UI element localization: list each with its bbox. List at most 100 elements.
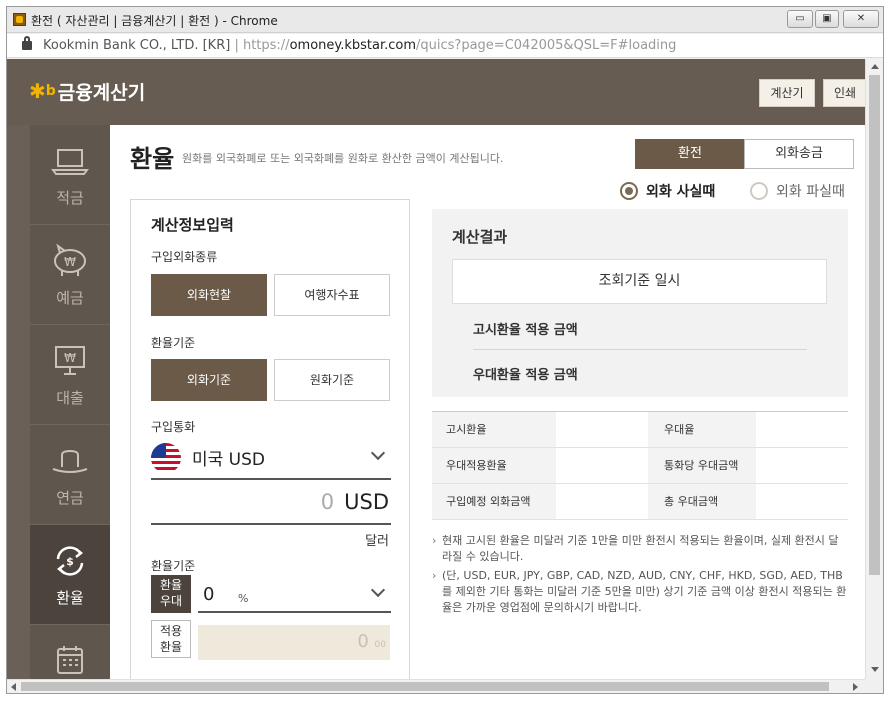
table-row: 고시환율 우대율: [432, 412, 848, 448]
table-row: 구입예정 외화금액 총 우대금액: [432, 484, 848, 520]
travelers-check-button[interactable]: 여행자수표: [274, 274, 390, 316]
table-cell-value: [556, 448, 648, 483]
nav-item-pension[interactable]: 연금: [30, 425, 110, 525]
cash-button[interactable]: 외화현찰: [151, 274, 267, 316]
pref-rate-underline: [198, 611, 391, 613]
radio-label: 외화 사실때: [646, 184, 716, 200]
svg-text:₩: ₩: [64, 351, 76, 365]
horizontal-scroll-thumb[interactable]: [21, 682, 829, 691]
result-divider: [473, 349, 807, 350]
result-heading: 계산결과: [452, 228, 508, 246]
vertical-scroll-thumb[interactable]: [869, 75, 880, 575]
table-cell-label: 구입예정 외화금액: [432, 484, 556, 519]
won-basis-button[interactable]: 원화기준: [274, 359, 390, 401]
amount-unit: USD: [344, 490, 389, 514]
app-header: ✱ b 금융계산기 계산기 인쇄: [7, 59, 865, 125]
nav-item-loan[interactable]: ₩ 대출: [30, 325, 110, 425]
notice-list: 현재 고시된 환율은 미달러 기준 1만을 미만 환전시 적용되는 환율이며, …: [432, 533, 848, 619]
logo-kb: b: [45, 83, 56, 99]
exchange-icon: $: [56, 546, 84, 576]
scroll-up-icon[interactable]: [871, 64, 879, 69]
tab-exchange[interactable]: 환전: [635, 139, 745, 169]
maximize-button[interactable]: ▣: [815, 10, 839, 28]
left-rail: [7, 125, 30, 679]
notice-rate-amount: 고시환율 적용 금액: [473, 323, 578, 338]
purchase-type-label: 구입외화종류: [151, 250, 218, 264]
table-cell-label: 고시환율: [432, 412, 556, 447]
amount-word: 달러: [365, 534, 389, 549]
applied-rate-button[interactable]: 적용 환율: [151, 620, 191, 658]
rate-detail-table: 고시환율 우대율 우대적용환율 통화당 우대금액 구입예정 외화금액 총 우대금…: [432, 411, 848, 520]
notice-item: 현재 고시된 환율은 미달러 기준 1만을 미만 환전시 적용되는 환율이며, …: [432, 533, 848, 565]
logo-title: 금융계산기: [57, 81, 146, 104]
table-cell-value: [556, 484, 648, 519]
applied-rate-value: 0 00: [357, 631, 386, 652]
pref-rate-button[interactable]: 환율 우대: [151, 575, 191, 613]
svg-text:₩: ₩: [64, 255, 76, 269]
table-cell-value: [756, 448, 848, 483]
scroll-right-icon[interactable]: [853, 683, 858, 691]
piggy-bank-icon: ₩: [54, 243, 86, 276]
nav-item-savings[interactable]: 적금: [30, 125, 110, 225]
site-identity: Kookmin Bank CO., LTD. [KR]: [43, 38, 231, 53]
applied-rate-line2: 환율: [159, 640, 183, 654]
hat-icon: [52, 449, 88, 473]
nav-label: 연금: [56, 489, 84, 507]
applied-int: 0: [357, 631, 369, 652]
radio-dot: [750, 182, 768, 200]
table-cell-value: [756, 412, 848, 447]
table-cell-value: [756, 484, 848, 519]
pref-rate-unit: %: [238, 592, 249, 605]
radio-sell-foreign[interactable]: 외화 파실때: [750, 181, 845, 201]
vertical-scrollbar[interactable]: [865, 59, 883, 679]
window-title: 환전 ( 자산관리 | 금융계산기 | 환전 ) - Chrome: [31, 14, 278, 28]
minimize-icon: ▭: [795, 13, 805, 24]
pref-rate-input[interactable]: 0: [203, 584, 214, 605]
url-host: omoney.kbstar.com: [289, 38, 417, 53]
nav-label: 대출: [56, 389, 84, 407]
table-cell-label: 우대적용환율: [432, 448, 556, 483]
applied-decimal: 00: [374, 640, 386, 650]
amount-input[interactable]: 0 USD: [151, 490, 389, 514]
nav-item-exchange[interactable]: $ 환율: [30, 525, 110, 625]
chevron-down-icon[interactable]: [370, 582, 386, 598]
calculator-button[interactable]: 계산기: [759, 79, 815, 107]
nav-label: 예금: [56, 289, 84, 307]
rate-pref-label: 환율기준: [151, 559, 196, 573]
kb-logo: ✱ b 금융계산기: [29, 77, 145, 105]
address-text[interactable]: Kookmin Bank CO., LTD. [KR] | https://om…: [43, 38, 676, 53]
browser-window: 환전 ( 자산관리 | 금융계산기 | 환전 ) - Chrome ▭ ▣ ✕ …: [6, 6, 884, 694]
close-button[interactable]: ✕: [843, 10, 879, 28]
radio-buy-foreign[interactable]: 외화 사실때: [620, 181, 715, 201]
calendar-icon: [57, 646, 83, 674]
table-cell-label: 통화당 우대금액: [648, 448, 756, 483]
page-description: 원화를 외국화폐로 또는 외국화폐를 원화로 환산한 금액이 계산됩니다.: [182, 152, 504, 165]
print-button[interactable]: 인쇄: [823, 79, 865, 107]
result-panel: 계산결과 조회기준 일시 고시환율 적용 금액 우대환율 적용 금액: [432, 209, 848, 397]
form-heading: 계산정보입력: [151, 216, 234, 234]
scroll-down-icon[interactable]: [871, 667, 879, 672]
nav-item-calendar[interactable]: [30, 625, 110, 679]
address-bar[interactable]: Kookmin Bank CO., LTD. [KR] | https://om…: [7, 34, 883, 58]
chevron-down-icon[interactable]: [370, 445, 386, 461]
page-viewport: ✱ b 금융계산기 계산기 인쇄 적금 ₩ 예금 ₩ 대출 연금 $ 환율 환율…: [7, 59, 865, 679]
tab-remittance[interactable]: 외화송금: [744, 139, 854, 169]
kb-app-icon: [13, 13, 26, 26]
url-scheme: https://: [242, 38, 290, 53]
horizontal-scrollbar[interactable]: [7, 679, 865, 693]
scroll-left-icon[interactable]: [11, 683, 16, 691]
maximize-icon: ▣: [822, 13, 832, 24]
nav-item-deposit[interactable]: ₩ 예금: [30, 225, 110, 325]
nav-label: 적금: [56, 189, 84, 207]
address-separator: |: [234, 38, 239, 53]
svg-text:$: $: [66, 555, 74, 568]
currency-label: 구입통화: [151, 420, 196, 434]
table-cell-value: [556, 412, 648, 447]
minimize-button[interactable]: ▭: [787, 10, 813, 28]
currency-select[interactable]: 미국 USD: [192, 445, 265, 470]
close-icon: ✕: [856, 13, 866, 24]
us-flag-icon: [151, 443, 181, 473]
radio-dot: [620, 182, 638, 200]
main-content: 환율 원화를 외국화폐로 또는 외국화폐를 원화로 환산한 금액이 계산됩니다.…: [110, 125, 865, 679]
foreign-basis-button[interactable]: 외화기준: [151, 359, 267, 401]
